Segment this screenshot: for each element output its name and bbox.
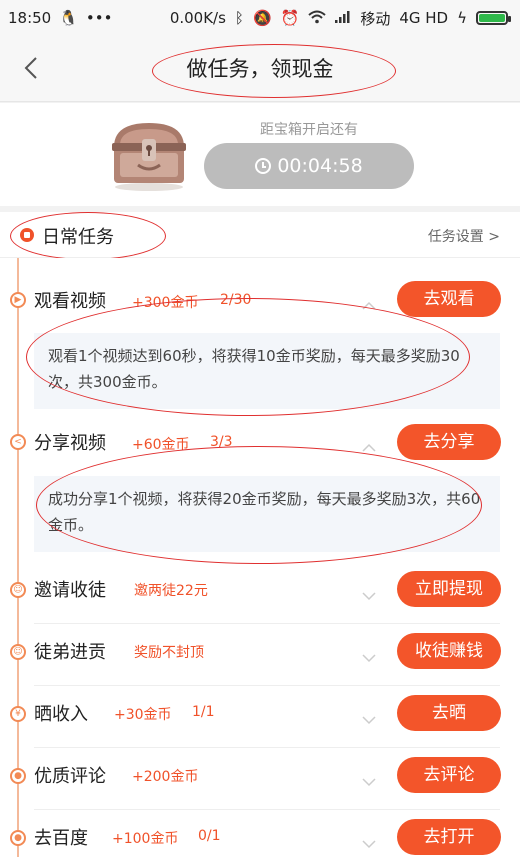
baidu-icon: ● xyxy=(10,830,26,846)
task-name: 晒收入 xyxy=(34,704,88,725)
watch-video-button[interactable]: 去观看 xyxy=(397,281,501,317)
task-item-watch-video: ▶ 观看视频 +300金币 2/30 去观看 观看1个视频达到60秒，将获得10… xyxy=(0,258,520,416)
chevron-up-icon[interactable] xyxy=(362,296,376,310)
task-name: 邀请收徒 xyxy=(34,580,106,601)
share-icon: < xyxy=(10,434,26,450)
status-bar: 18:50 🐧 ••• 0.00K/s ᛒ 🔕 ⏰ 移动 4G HD ϟ xyxy=(0,0,520,36)
chevron-down-icon[interactable] xyxy=(362,772,376,787)
daily-tasks-header: 日常任务 任务设置 > xyxy=(0,212,520,260)
network-type: 4G HD xyxy=(399,9,449,27)
user-icon: ☺ xyxy=(10,582,26,598)
task-reward: +300金币 xyxy=(132,295,199,311)
task-item-go-baidu: ● 去百度 +100金币 0/1 去打开 xyxy=(0,810,520,857)
play-icon: ▶ xyxy=(10,292,26,308)
alarm-icon: ⏰ xyxy=(280,8,300,27)
task-item-apprentice-tribute: ☺ 徒弟进贡 奖励不封顶 收徒赚钱 xyxy=(0,624,520,686)
task-description: 观看1个视频达到60秒，将获得10金币奖励，每天最多奖励30次，共300金币。 xyxy=(34,333,500,409)
user-icon: ☺ xyxy=(10,644,26,660)
task-item-share-video: < 分享视频 +60金币 3/3 去分享 成功分享1个视频，将获得20金币奖励，… xyxy=(0,414,520,564)
task-reward: +100金币 xyxy=(112,831,179,847)
chest-timer-button[interactable]: 00:04:58 xyxy=(204,143,414,189)
clock-icon xyxy=(255,158,272,174)
task-name: 徒弟进贡 xyxy=(34,642,106,663)
chevron-down-icon[interactable] xyxy=(362,710,376,725)
charging-icon: ϟ xyxy=(457,8,467,27)
signal-icon xyxy=(335,10,351,26)
task-reward: 奖励不封顶 xyxy=(134,645,204,661)
daily-tasks-title: 日常任务 xyxy=(42,227,114,248)
network-speed: 0.00K/s xyxy=(169,9,226,27)
wifi-icon xyxy=(308,10,326,27)
task-progress: 0/1 xyxy=(198,828,221,844)
share-video-button[interactable]: 去分享 xyxy=(397,424,501,460)
more-notifications-icon: ••• xyxy=(85,8,113,27)
task-name: 分享视频 xyxy=(34,433,106,454)
task-reward: +30金币 xyxy=(114,707,172,723)
yen-icon: ¥ xyxy=(10,706,26,722)
show-income-button[interactable]: 去晒 xyxy=(397,695,501,731)
task-list: ▶ 观看视频 +300金币 2/30 去观看 观看1个视频达到60秒，将获得10… xyxy=(0,258,520,857)
bluetooth-icon: ᛒ xyxy=(234,8,244,27)
open-baidu-button[interactable]: 去打开 xyxy=(397,819,501,855)
chest-timer-value: 00:04:58 xyxy=(277,155,363,177)
task-settings-link[interactable]: 任务设置 > xyxy=(428,226,500,246)
task-item-invite: ☺ 邀请收徒 邀两徒22元 立即提现 xyxy=(0,562,520,624)
qq-icon: 🐧 xyxy=(59,8,78,27)
task-name: 去百度 xyxy=(34,828,88,849)
page-title: 做任务，领现金 xyxy=(186,57,334,81)
task-name: 优质评论 xyxy=(34,766,106,787)
treasure-chest-panel: 距宝箱开启还有 00:04:58 xyxy=(0,103,520,206)
task-reward: +60金币 xyxy=(132,437,190,453)
chest-countdown-label: 距宝箱开启还有 xyxy=(260,122,358,138)
task-reward: 邀两徒22元 xyxy=(134,583,208,599)
treasure-chest-icon[interactable] xyxy=(108,117,190,191)
daily-task-icon xyxy=(20,228,34,242)
withdraw-button[interactable]: 立即提现 xyxy=(397,571,501,607)
comment-button[interactable]: 去评论 xyxy=(397,757,501,793)
task-progress: 1/1 xyxy=(192,704,215,720)
task-item-quality-comment: ● 优质评论 +200金币 去评论 xyxy=(0,748,520,810)
chevron-up-icon[interactable] xyxy=(362,438,376,452)
mute-icon: 🔕 xyxy=(252,8,272,27)
chevron-down-icon[interactable] xyxy=(362,648,376,663)
task-name: 观看视频 xyxy=(34,291,106,312)
task-reward: +200金币 xyxy=(132,769,199,785)
chevron-down-icon[interactable] xyxy=(362,834,376,849)
app-header: 做任务，领现金 xyxy=(0,36,520,102)
task-progress: 2/30 xyxy=(220,292,252,308)
recruit-earn-button[interactable]: 收徒赚钱 xyxy=(397,633,501,669)
carrier-name: 移动 xyxy=(360,9,391,28)
comment-icon: ● xyxy=(10,768,26,784)
chevron-down-icon[interactable] xyxy=(362,586,376,601)
clock-time: 18:50 xyxy=(8,9,52,27)
task-item-share-income: ¥ 晒收入 +30金币 1/1 去晒 xyxy=(0,686,520,748)
task-progress: 3/3 xyxy=(210,434,233,450)
battery-icon xyxy=(476,11,511,25)
task-description: 成功分享1个视频，将获得20金币奖励，每天最多奖励3次，共60金币。 xyxy=(34,476,500,552)
